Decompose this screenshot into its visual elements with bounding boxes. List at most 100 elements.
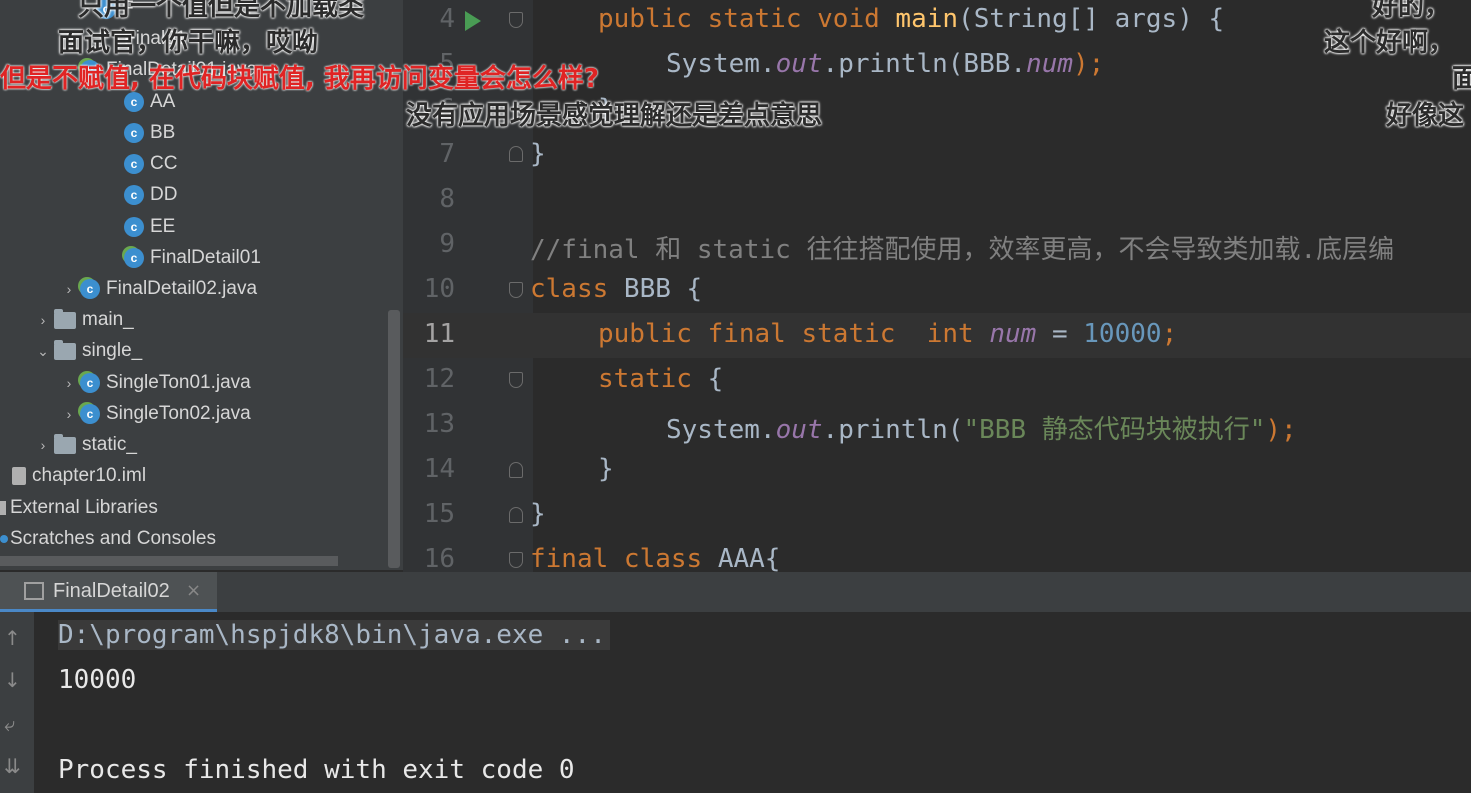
overlay-comment: 没有应用场景感觉理解还是差点意思 [406,101,823,131]
keyword: public static void [598,4,896,34]
tree-item-singleton01-java[interactable]: › c SingleTon01.java [58,368,251,398]
tree-horizontal-scrollbar[interactable] [0,556,338,566]
run-icon[interactable] [465,11,481,31]
static-field: num [989,319,1037,349]
code-text: { [707,364,724,394]
tree-item-main[interactable]: › main_ [32,305,134,335]
console-exit-line: Process finished with exit code 0 [58,755,575,785]
overlay-comment: 只用一个值但是不加载类 [78,0,365,22]
tree-item-finaldetail02-java[interactable]: › c FinalDetail02.java [58,274,257,304]
tree-item-finaldetail01[interactable]: c FinalDetail01 [124,243,261,273]
code-line-13: System.out.println("BBB 静态代码块被执行"); [666,409,1297,446]
line-number: 14 [423,454,455,484]
scroll-to-end-icon[interactable]: ⇊ [4,754,21,778]
tab-run-finaldetail02[interactable]: FinalDetail02 × [0,572,217,612]
static-field: out [775,49,823,79]
tree-item-static[interactable]: › static_ [32,430,137,460]
code-line-9-comment: //final 和 static 往往搭配使用，效率更高，不会导致类加载.底层编 [530,235,1395,265]
tree-item-ee[interactable]: c EE [124,212,175,242]
tree-item-label: SingleTon02.java [106,403,251,425]
fold-marker-icon[interactable] [509,372,523,388]
chevron-right-icon[interactable]: › [32,305,54,335]
chevron-down-icon[interactable]: ⌄ [32,336,54,366]
tree-item-bb[interactable]: c BB [124,118,175,148]
code-line-5: System.out.println(BBB.num); [666,49,1104,79]
keyword: public final static int [598,319,990,349]
tree-item-external-libraries[interactable]: External Libraries [0,493,158,523]
fold-marker-icon[interactable] [509,146,523,162]
line-number: 7 [439,139,455,169]
module-file-icon [12,466,26,485]
arrow-down-icon[interactable]: ↓ [4,668,21,692]
library-icon [0,500,6,515]
fold-marker-icon[interactable] [509,462,523,478]
chevron-right-icon[interactable]: › [58,274,80,304]
class-icon: c [124,184,144,205]
code-text: ); [1265,415,1297,445]
code-text: .println( [822,415,964,445]
code-text: ); [1073,49,1105,79]
chevron-right-icon[interactable]: › [58,399,80,429]
tab-label: FinalDetail02 [53,580,170,602]
keyword: final class [530,544,718,572]
fold-marker-icon[interactable] [509,507,523,523]
code-line-4: public static void main(String[] args) { [598,4,1224,34]
tree-item-label: static_ [82,434,137,456]
code-line-16: final class AAA{ [530,544,780,572]
tree-item-label: chapter10.iml [32,465,147,486]
run-toolbar: ↑ ↓ ⤶ ⇊ [0,612,34,793]
line-number: 15 [423,499,455,529]
line-number: 12 [423,364,455,394]
tree-item-label: Scratches and Consoles [10,528,216,549]
tree-item-cc[interactable]: c CC [124,149,177,179]
code-text: (String[] args) { [958,4,1225,34]
soft-wrap-icon[interactable]: ⤶ [4,712,15,736]
arrow-up-icon[interactable]: ↑ [4,626,21,650]
code-line-14: } [598,454,614,484]
line-number: 16 [423,544,455,572]
tree-item-dd[interactable]: c DD [124,180,177,210]
tree-vertical-scrollbar[interactable] [388,310,400,568]
string-literal: "BBB 静态代码块被执行" [963,415,1266,445]
fold-marker-icon[interactable] [509,552,523,568]
java-file-icon: c [80,279,100,299]
console-output[interactable]: D:\program\hspjdk8\bin\java.exe ... 1000… [34,612,1471,793]
tree-item-chapter10-iml[interactable]: chapter10.iml [12,461,146,491]
code-line-15: } [530,499,546,529]
line-number: 9 [439,229,455,259]
close-icon[interactable]: × [186,580,201,601]
fold-marker-icon[interactable] [509,282,523,298]
code-text: System. [666,415,776,445]
keyword: class [530,274,624,304]
tree-item-singleton02-java[interactable]: › c SingleTon02.java [58,399,251,429]
number-literal: 10000 [1083,319,1162,349]
static-field: out [775,415,823,445]
code-text: BBB { [623,274,703,304]
tree-item-label: BB [150,122,176,143]
code-text: = [1036,319,1084,349]
overlay-comment: 面试官，你干嘛，哎呦 [58,28,319,58]
fold-marker-icon[interactable] [509,12,523,28]
tree-item-scratches[interactable]: Scratches and Consoles [0,524,216,554]
tree-item-single[interactable]: ⌄ single_ [32,336,142,366]
code-text: ; [1161,319,1178,349]
tree-item-label: single_ [82,340,143,362]
console-icon [24,582,44,600]
line-number: 4 [439,4,455,34]
overlay-comment: 面 [1452,64,1471,94]
java-file-icon: c [80,373,100,393]
console-command-line: D:\program\hspjdk8\bin\java.exe ... [58,620,610,650]
class-icon: c [124,153,144,174]
overlay-comment: 这个好啊， [1324,28,1455,58]
run-tab-bar [0,572,1471,612]
line-number-current: 11 [423,319,455,349]
keyword: static [598,364,708,394]
tree-item-label: DD [150,184,178,205]
chevron-right-icon[interactable]: › [32,430,54,460]
java-file-icon: c [80,404,100,424]
folder-icon [54,308,76,329]
chevron-right-icon[interactable]: › [58,368,80,398]
line-number: 10 [423,274,455,304]
method-name: main [895,4,959,34]
java-file-icon: c [124,247,144,268]
